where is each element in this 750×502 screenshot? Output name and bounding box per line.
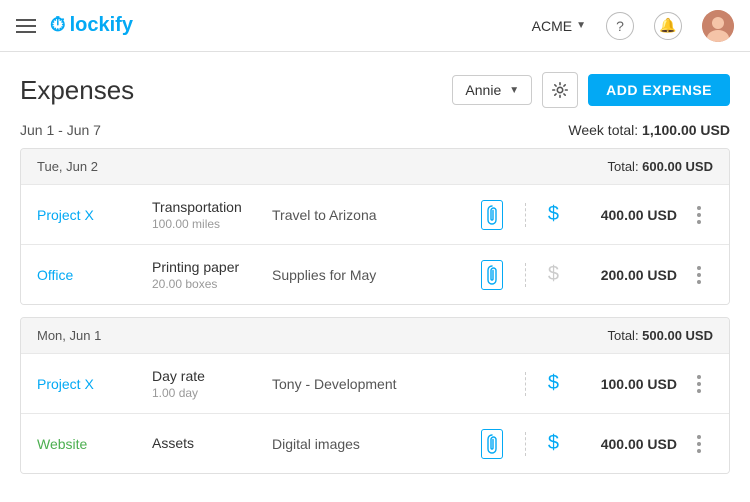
description-cell: Supplies for May (272, 267, 481, 283)
group-date: Tue, Jun 2 (37, 159, 98, 174)
description-cell: Tony - Development (272, 376, 481, 392)
more-dots-icon (697, 435, 701, 453)
logo-clock-icon: ⏱ (50, 14, 66, 37)
item-sub: 1.00 day (152, 386, 272, 400)
icons-cell: $ (481, 429, 559, 459)
non-billable-dollar-icon: $ (548, 263, 559, 286)
divider (525, 372, 526, 396)
group-total: Total: 600.00 USD (607, 159, 713, 174)
expense-groups: Tue, Jun 2 Total: 600.00 USD Project X T… (20, 148, 730, 474)
more-dots-icon (697, 375, 701, 393)
amount-cell: 100.00 USD (567, 376, 677, 392)
hamburger-menu-icon[interactable] (16, 19, 36, 33)
expense-group-tue-jun2: Tue, Jun 2 Total: 600.00 USD Project X T… (20, 148, 730, 305)
avatar[interactable] (702, 10, 734, 42)
item-name: Day rate (152, 368, 272, 384)
logo-text: lockify (70, 14, 133, 37)
user-dropdown-label: Annie (465, 82, 501, 98)
description-cell: Digital images (272, 436, 481, 452)
page-header-right: Annie ▼ ADD EXPENSE (452, 72, 730, 108)
date-range-row: Jun 1 - Jun 7 Week total: 1,100.00 USD (20, 122, 730, 138)
date-range: Jun 1 - Jun 7 (20, 122, 101, 138)
more-options-button[interactable] (685, 435, 713, 453)
icons-cell: $ (481, 200, 559, 230)
project-cell: Office (37, 267, 152, 283)
page-title: Expenses (20, 75, 134, 106)
icons-cell: $ (481, 372, 559, 396)
more-options-button[interactable] (685, 375, 713, 393)
acme-label: ACME (532, 18, 572, 34)
project-cell: Website (37, 436, 152, 452)
table-row: Project X Day rate 1.00 day Tony - Devel… (21, 353, 729, 413)
more-options-button[interactable] (685, 206, 713, 224)
chevron-down-icon: ▼ (576, 20, 586, 31)
table-row: Website Assets Digital images $ 400.00 U… (21, 413, 729, 473)
billable-dollar-icon[interactable]: $ (548, 432, 559, 455)
project-link[interactable]: Project X (37, 376, 94, 392)
amount-cell: 400.00 USD (567, 207, 677, 223)
table-row: Project X Transportation 100.00 miles Tr… (21, 184, 729, 244)
project-link[interactable]: Website (37, 436, 87, 452)
expenses-page: Expenses Annie ▼ ADD EXPENSE Jun 1 - Jun… (0, 52, 750, 474)
user-dropdown[interactable]: Annie ▼ (452, 75, 532, 105)
item-sub: 100.00 miles (152, 217, 272, 231)
item-cell: Day rate 1.00 day (152, 368, 272, 400)
settings-gear-button[interactable] (542, 72, 578, 108)
add-expense-button[interactable]: ADD EXPENSE (588, 74, 730, 106)
project-cell: Project X (37, 207, 152, 223)
navbar-right: ACME ▼ ? 🔔 (532, 10, 734, 42)
project-cell: Project X (37, 376, 152, 392)
amount-cell: 400.00 USD (567, 436, 677, 452)
item-cell: Printing paper 20.00 boxes (152, 259, 272, 291)
divider (525, 263, 526, 287)
attachment-icon[interactable] (481, 200, 503, 230)
attachment-icon[interactable] (481, 429, 503, 459)
project-link[interactable]: Project X (37, 207, 94, 223)
logo: ⏱ lockify (50, 14, 133, 37)
group-header: Mon, Jun 1 Total: 500.00 USD (21, 318, 729, 353)
description-cell: Travel to Arizona (272, 207, 481, 223)
billable-dollar-icon[interactable]: $ (548, 372, 559, 395)
navbar-left: ⏱ lockify (16, 14, 133, 37)
item-sub: 20.00 boxes (152, 277, 272, 291)
more-dots-icon (697, 266, 701, 284)
divider (525, 432, 526, 456)
week-total: Week total: 1,100.00 USD (568, 122, 730, 138)
acme-selector[interactable]: ACME ▼ (532, 18, 586, 34)
navbar: ⏱ lockify ACME ▼ ? 🔔 (0, 0, 750, 52)
item-cell: Transportation 100.00 miles (152, 199, 272, 231)
item-cell: Assets (152, 435, 272, 453)
group-date: Mon, Jun 1 (37, 328, 101, 343)
item-name: Printing paper (152, 259, 272, 275)
group-total: Total: 500.00 USD (607, 328, 713, 343)
divider (525, 203, 526, 227)
group-header: Tue, Jun 2 Total: 600.00 USD (21, 149, 729, 184)
week-total-value: 1,100.00 USD (642, 122, 730, 138)
project-link[interactable]: Office (37, 267, 73, 283)
more-dots-icon (697, 206, 701, 224)
more-options-button[interactable] (685, 266, 713, 284)
icons-cell: $ (481, 260, 559, 290)
amount-cell: 200.00 USD (567, 267, 677, 283)
page-header: Expenses Annie ▼ ADD EXPENSE (20, 72, 730, 108)
expense-group-mon-jun1: Mon, Jun 1 Total: 500.00 USD Project X D… (20, 317, 730, 474)
table-row: Office Printing paper 20.00 boxes Suppli… (21, 244, 729, 304)
item-name: Transportation (152, 199, 272, 215)
attachment-icon[interactable] (481, 260, 503, 290)
billable-dollar-icon[interactable]: $ (548, 203, 559, 226)
item-name: Assets (152, 435, 272, 451)
chevron-down-icon: ▼ (509, 85, 519, 96)
notification-bell-icon[interactable]: 🔔 (654, 12, 682, 40)
help-icon[interactable]: ? (606, 12, 634, 40)
